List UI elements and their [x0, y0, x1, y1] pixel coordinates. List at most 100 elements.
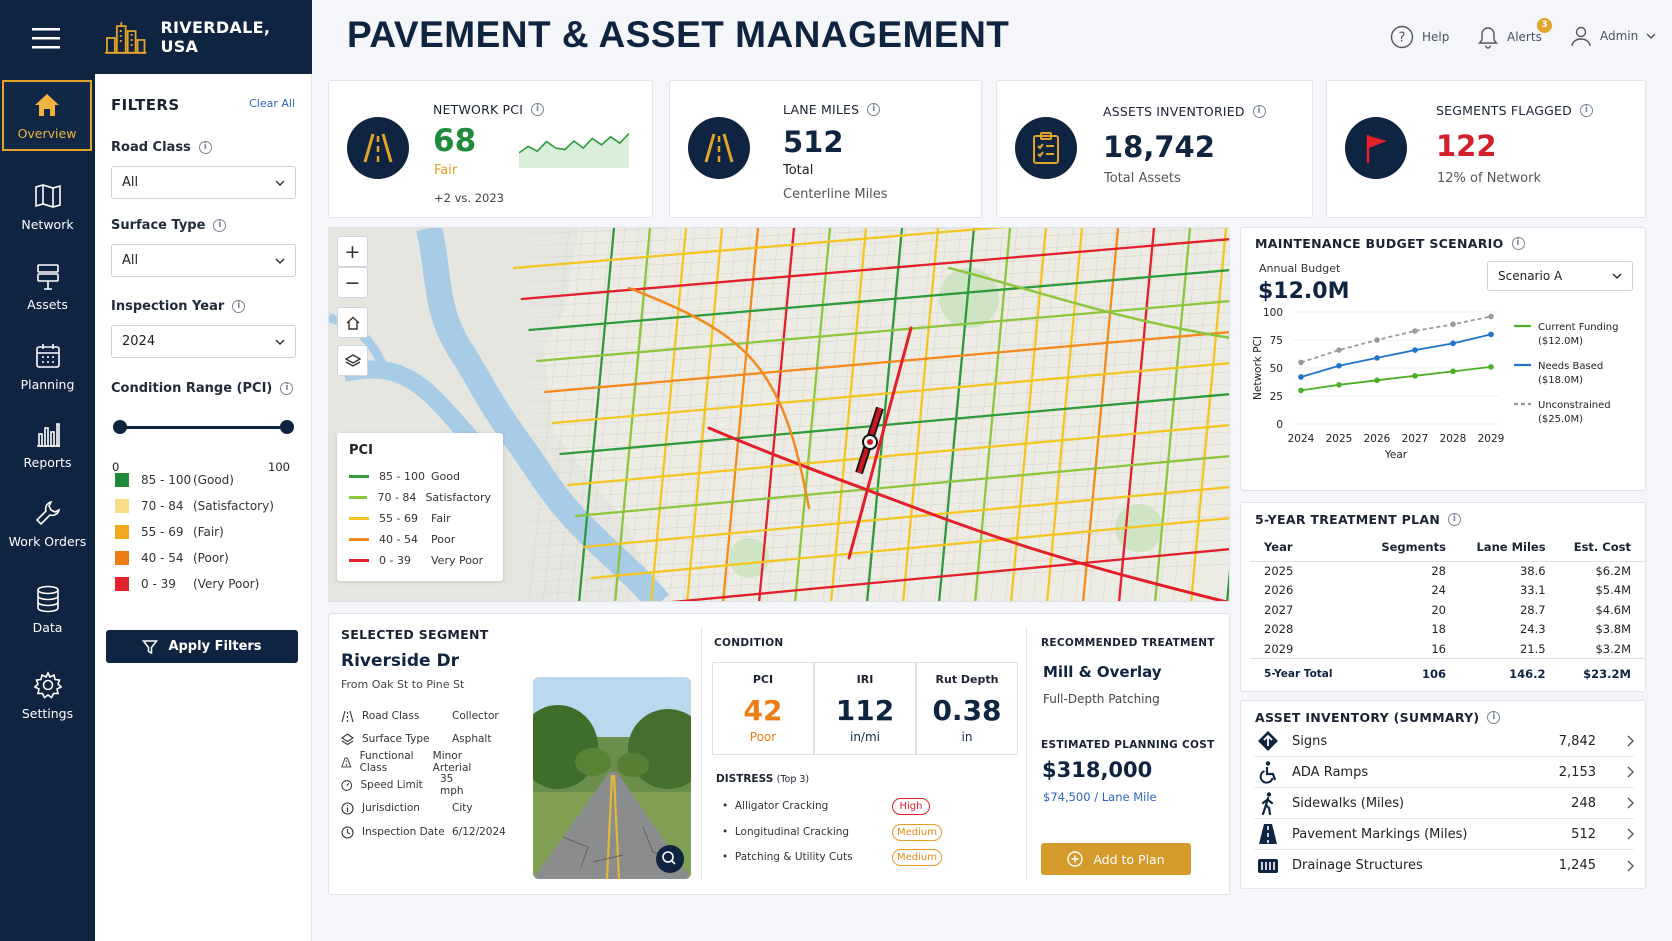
series-line: [1300, 366, 1492, 392]
wheelchair-icon: [1259, 761, 1277, 784]
attr-row: Functional Class Minor Arterial: [341, 750, 491, 774]
info-icon[interactable]: i: [213, 219, 227, 232]
info-icon[interactable]: i: [232, 300, 246, 313]
legend-range: 55 - 69: [379, 512, 418, 525]
layers-button[interactable]: [337, 345, 368, 376]
scenario-select[interactable]: Scenario A: [1487, 261, 1633, 291]
legend-label: (Satisfactory): [193, 499, 274, 513]
recommended-treatment: Mill & Overlay: [1043, 663, 1162, 681]
layers-icon: [341, 732, 354, 745]
metric-unit: in/mi: [849, 730, 880, 744]
alerts-button[interactable]: Alerts: [1477, 25, 1542, 49]
zoom-out-button[interactable]: −: [337, 267, 368, 298]
table-cell: 2025: [1264, 564, 1294, 578]
pavement-map[interactable]: + − PCI 85 - 100 Good 70 - 84 Satisfactory…: [328, 227, 1230, 602]
column-header: Lane Miles: [1459, 534, 1560, 562]
data-point: [1488, 331, 1494, 338]
clock-icon: [341, 825, 354, 839]
info-icon[interactable]: i: [198, 141, 212, 154]
filters-title: FILTERS: [111, 96, 180, 114]
road-icon: [341, 757, 352, 767]
info-icon[interactable]: i: [1252, 105, 1266, 118]
inventory-item-signs[interactable]: Signs 7,842: [1254, 726, 1634, 757]
table-cell: 20: [1431, 602, 1446, 617]
kpi-assets: ASSETS INVENTORIED i 18,742 Total Assets: [996, 80, 1313, 218]
segment-name: Riverside Dr: [341, 651, 459, 671]
menu-icon[interactable]: [32, 27, 60, 49]
legend-label: Unconstrained: [1538, 400, 1611, 411]
street-photo: [533, 677, 691, 879]
y-tick-label: 100: [1263, 307, 1283, 319]
info-icon[interactable]: i: [531, 103, 545, 116]
legend-range: 85 - 100: [379, 470, 425, 483]
clipboard-icon: [1015, 117, 1077, 179]
add-to-plan-button[interactable]: Add to Plan: [1041, 843, 1191, 875]
info-icon[interactable]: i: [1448, 513, 1462, 526]
info-icon[interactable]: i: [1487, 711, 1501, 724]
inventory-name: ADA Ramps: [1292, 764, 1369, 780]
surface-type-select[interactable]: All: [111, 244, 296, 277]
nav-settings[interactable]: Settings: [0, 659, 95, 731]
nav-assets[interactable]: Assets: [0, 250, 95, 322]
legend-swatch: [115, 551, 129, 565]
user-menu[interactable]: Admin: [1570, 25, 1664, 47]
scenario-value: Scenario A: [1498, 269, 1563, 283]
kpi-label: LANE MILES i: [783, 102, 881, 117]
nav-label: Data: [32, 619, 63, 635]
nav-network[interactable]: Network: [0, 170, 95, 242]
inventory-item-ada-ramps[interactable]: ADA Ramps 2,153: [1254, 757, 1634, 788]
inventory-name: Pavement Markings (Miles): [1292, 826, 1468, 842]
info-icon[interactable]: i: [1579, 104, 1593, 117]
attr-key: Speed Limit: [360, 779, 423, 791]
distress-item: • Longitudinal Cracking: [722, 826, 850, 838]
slider-min-handle[interactable]: [113, 420, 127, 434]
pci-range-slider[interactable]: [111, 417, 296, 437]
inspection-year-select[interactable]: 2024: [111, 325, 296, 358]
road-class-select[interactable]: All: [111, 166, 296, 199]
inventory-name: Signs: [1292, 733, 1328, 749]
road-sign-icon: [36, 263, 59, 290]
rut-depth-metric: Rut Depth 0.38 in: [916, 662, 1018, 755]
distress-header: DISTRESS (Top 3): [716, 773, 809, 785]
inventory-item-drainage[interactable]: Drainage Structures 1,245: [1254, 850, 1634, 881]
data-point: [1374, 377, 1380, 384]
slider-max-label: 100: [268, 460, 290, 474]
table-cell: 2026: [1264, 583, 1294, 598]
segment-photo[interactable]: [533, 677, 691, 879]
table-cell: 18: [1431, 622, 1446, 637]
column-header: Segments: [1365, 534, 1460, 562]
home-view-button[interactable]: [337, 307, 368, 338]
attr-value: Collector: [452, 710, 499, 722]
nav-label: Reports: [23, 454, 72, 470]
table-total-row: 5-Year Total 106 146.2 $23.2M: [1250, 658, 1645, 689]
x-tick-label: 2027: [1402, 433, 1429, 445]
table-cell: 38.6: [1519, 564, 1546, 578]
info-icon[interactable]: i: [280, 382, 294, 395]
nav-reports[interactable]: Reports: [0, 408, 95, 480]
kpi-label: SEGMENTS FLAGGED i: [1436, 103, 1593, 118]
legend-label: (Poor): [193, 551, 229, 565]
plan-title-text: 5-YEAR TREATMENT PLAN: [1255, 512, 1441, 527]
chevron-down-icon: [1612, 273, 1622, 280]
info-icon[interactable]: i: [1511, 237, 1525, 250]
zoom-in-button[interactable]: +: [337, 236, 368, 267]
nav-planning[interactable]: Planning: [0, 330, 95, 402]
attr-row: Surface Type Asphalt: [341, 731, 491, 747]
budget-scenario-card: MAINTENANCE BUDGET SCENARIO i Annual Budg…: [1240, 227, 1646, 491]
apply-filters-button[interactable]: Apply Filters: [106, 630, 298, 663]
kpi-lane-miles: LANE MILES i 512 Total Centerline Miles: [669, 80, 982, 218]
nav-data[interactable]: Data: [0, 573, 95, 645]
help-button[interactable]: ? Help: [1390, 25, 1449, 49]
table-cell: 33.1: [1519, 583, 1546, 598]
x-tick-label: 2028: [1440, 433, 1467, 445]
table-cell: 24: [1431, 583, 1446, 598]
clear-all-link[interactable]: Clear All: [249, 97, 295, 110]
inventory-item-sidewalks[interactable]: Sidewalks (Miles) 248: [1254, 788, 1634, 819]
nav-work-orders[interactable]: Work Orders: [0, 487, 95, 559]
slider-max-handle[interactable]: [280, 420, 294, 434]
kpi-label-text: LANE MILES: [783, 102, 860, 117]
nav-overview[interactable]: Overview: [2, 80, 92, 151]
legend-range: 85 - 100: [141, 473, 192, 487]
inventory-item-pavement-markings[interactable]: Pavement Markings (Miles) 512: [1254, 819, 1634, 850]
info-icon[interactable]: i: [867, 103, 881, 116]
